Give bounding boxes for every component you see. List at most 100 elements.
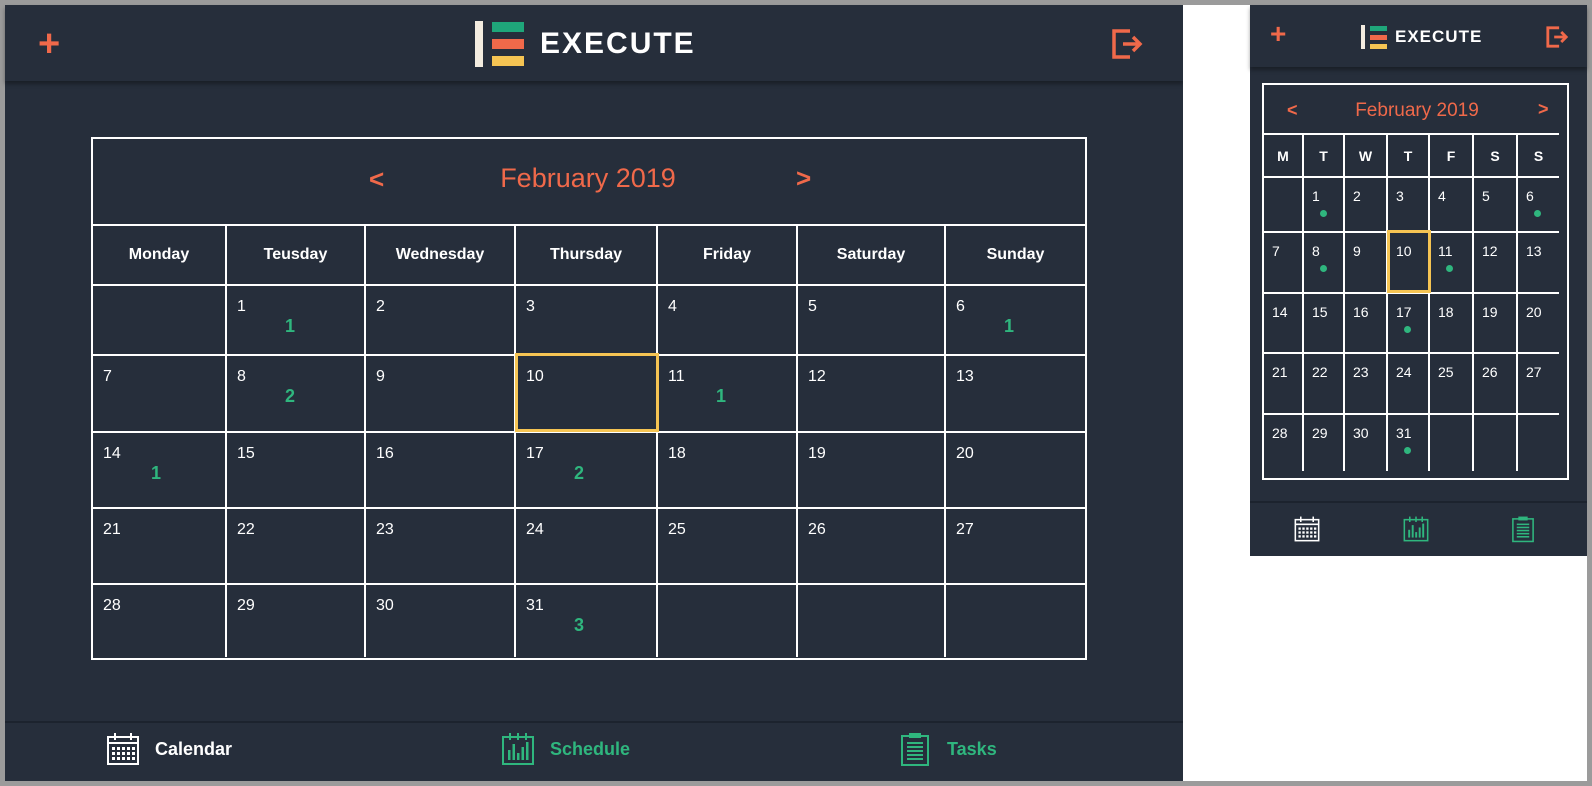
day-number: 14 — [103, 445, 121, 462]
day-cell[interactable]: 30 — [366, 583, 516, 657]
day-cell[interactable]: 18 — [1430, 292, 1474, 352]
day-cell[interactable]: 11 — [227, 284, 366, 354]
day-cell[interactable]: 24 — [516, 507, 658, 583]
day-cell[interactable]: 5 — [1474, 176, 1518, 231]
day-cell[interactable]: 30 — [1345, 413, 1388, 471]
day-number: 12 — [1482, 243, 1498, 259]
mobile-calendar-grid: M T W T F S S 1 2 3 4 5 6 7 8 9 10 11 12 13 14 15 16 17 18 19 20 21… — [1264, 133, 1569, 471]
day-cell[interactable]: 17 2 — [516, 431, 658, 507]
empty-day-cell — [658, 583, 798, 657]
day-number: 8 — [237, 368, 246, 385]
day-cell[interactable]: 19 — [798, 431, 946, 507]
day-number: 18 — [668, 445, 686, 462]
day-cell[interactable]: 15 — [227, 431, 366, 507]
day-number: 30 — [376, 597, 394, 614]
day-cell[interactable]: 21 — [1264, 352, 1304, 413]
day-cell[interactable]: 24 — [1388, 352, 1430, 413]
day-cell[interactable]: 9 — [366, 354, 516, 431]
day-cell[interactable]: 14 — [1264, 292, 1304, 352]
day-cell[interactable]: 2 — [366, 284, 516, 354]
day-cell[interactable]: 11 — [1430, 231, 1474, 292]
day-cell[interactable]: 12 — [1474, 231, 1518, 292]
day-number: 15 — [1312, 304, 1328, 320]
day-cell[interactable]: 1 — [1304, 176, 1345, 231]
day-cell-today[interactable]: 10 — [515, 353, 659, 432]
nav-calendar-label: Calendar — [155, 738, 233, 759]
event-count: 1 — [151, 463, 162, 483]
day-cell[interactable]: 2 — [1345, 176, 1388, 231]
day-cell[interactable]: 7 — [1264, 231, 1304, 292]
mobile-app: + EXECUTE < February 2019 > MTWTFSS12345… — [1250, 5, 1587, 556]
prev-month-button[interactable]: < — [1287, 100, 1298, 121]
day-cell[interactable]: 26 — [798, 507, 946, 583]
day-cell[interactable]: 25 — [1430, 352, 1474, 413]
nav-schedule[interactable] — [1402, 515, 1430, 543]
day-cell[interactable]: 29 — [227, 583, 366, 657]
day-cell[interactable]: 16 — [366, 431, 516, 507]
next-month-button[interactable]: > — [1538, 99, 1549, 120]
day-cell[interactable]: 19 — [1474, 292, 1518, 352]
day-cell[interactable]: 5 — [798, 284, 946, 354]
logout-icon[interactable] — [1545, 25, 1569, 54]
day-cell[interactable]: 20 — [946, 431, 1085, 507]
day-cell[interactable]: 9 — [1345, 231, 1388, 292]
weekday-header: Friday — [658, 224, 798, 284]
day-cell[interactable]: 21 — [93, 507, 227, 583]
day-cell[interactable]: 25 — [658, 507, 798, 583]
logout-icon[interactable] — [1110, 27, 1144, 66]
day-cell[interactable]: 12 — [798, 354, 946, 431]
nav-tasks[interactable]: Tasks — [897, 731, 997, 767]
day-cell[interactable]: 3 — [1388, 176, 1430, 231]
day-cell[interactable]: 17 — [1388, 292, 1430, 352]
day-cell[interactable]: 23 — [1345, 352, 1388, 413]
day-cell[interactable]: 28 — [93, 583, 227, 657]
weekday-header: W — [1345, 133, 1388, 176]
calendar-header: < February 2019 > — [93, 139, 1085, 224]
nav-calendar[interactable] — [1293, 515, 1321, 543]
day-cell[interactable]: 16 — [1345, 292, 1388, 352]
day-cell[interactable]: 4 — [1430, 176, 1474, 231]
weekday-header: T — [1388, 133, 1430, 176]
day-cell-today[interactable]: 10 — [1387, 230, 1431, 293]
day-cell[interactable]: 26 — [1474, 352, 1518, 413]
prev-month-button[interactable]: < — [369, 164, 384, 195]
day-cell[interactable]: 31 — [1388, 413, 1430, 471]
day-cell[interactable]: 8 — [1304, 231, 1345, 292]
day-cell[interactable]: 61 — [946, 284, 1085, 354]
day-cell[interactable]: 20 — [1518, 292, 1559, 352]
day-cell[interactable]: 15 — [1304, 292, 1345, 352]
day-cell[interactable]: 13 — [1518, 231, 1559, 292]
nav-tasks[interactable] — [1509, 515, 1537, 543]
day-number: 15 — [237, 445, 255, 462]
day-cell[interactable]: 27 — [1518, 352, 1559, 413]
day-cell[interactable]: 22 — [227, 507, 366, 583]
next-month-button[interactable]: > — [796, 163, 811, 194]
day-cell[interactable]: 82 — [227, 354, 366, 431]
day-cell[interactable]: 28 — [1264, 413, 1304, 471]
day-number: 16 — [376, 445, 394, 462]
day-cell[interactable]: 14 1 — [93, 431, 227, 507]
day-cell[interactable]: 31 3 — [516, 583, 658, 657]
day-cell[interactable]: 3 — [516, 284, 658, 354]
day-cell[interactable]: 4 — [658, 284, 798, 354]
day-cell[interactable]: 11 1 — [658, 354, 798, 431]
day-cell[interactable]: 7 — [93, 354, 227, 431]
weekday-header: Teusday — [227, 224, 366, 284]
nav-schedule[interactable]: Schedule — [500, 731, 630, 767]
day-cell[interactable]: 6 — [1518, 176, 1559, 231]
mobile-calendar-month-view: < February 2019 > M T W T F S S 1 2 3 4 5 6 7 8 9 10 11 12… — [1262, 83, 1569, 480]
day-cell[interactable]: 23 — [366, 507, 516, 583]
day-number: 21 — [1272, 364, 1288, 380]
add-button[interactable]: + — [38, 25, 60, 63]
add-button[interactable]: + — [1270, 20, 1286, 48]
day-cell[interactable]: 13 — [946, 354, 1085, 431]
day-cell[interactable]: 27 — [946, 507, 1085, 583]
day-cell[interactable]: 29 — [1304, 413, 1345, 471]
day-cell[interactable]: 18 — [658, 431, 798, 507]
event-count: 1 — [1004, 316, 1015, 336]
day-number: 3 — [1396, 188, 1404, 204]
tasks-icon — [897, 731, 933, 767]
day-number: 19 — [1482, 304, 1498, 320]
day-cell[interactable]: 22 — [1304, 352, 1345, 413]
nav-calendar[interactable]: Calendar — [105, 731, 232, 767]
